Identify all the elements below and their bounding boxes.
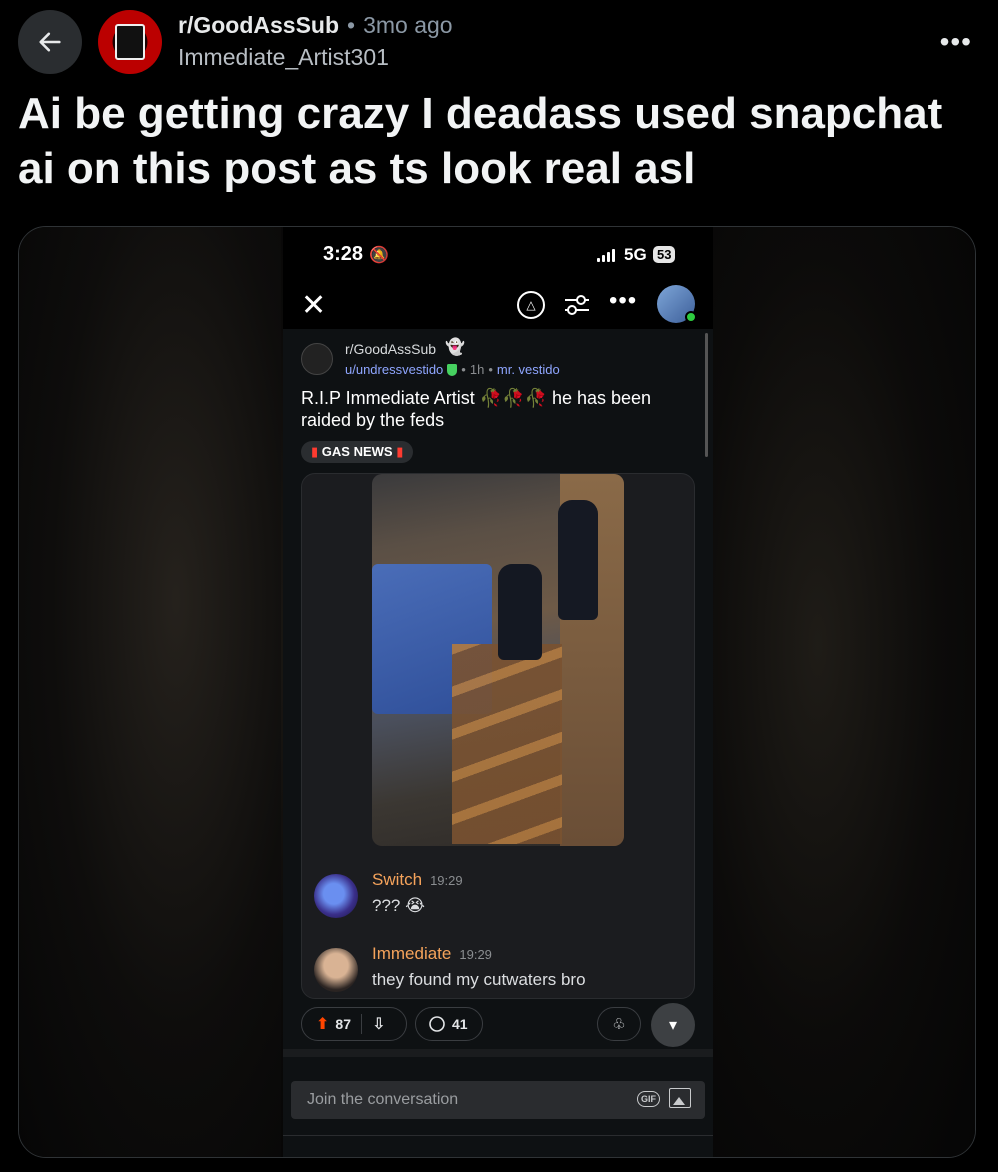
arrow-left-icon bbox=[39, 32, 61, 52]
inner-post-meta: u/undressvestido • 1h • mr. vestido bbox=[345, 362, 560, 377]
post-meta: r/GoodAssSub • 3mo ago bbox=[178, 12, 453, 39]
more-options-button[interactable]: ••• bbox=[940, 26, 972, 58]
post-author[interactable]: Immediate_Artist301 bbox=[178, 44, 389, 71]
more-horizontal-icon: ••• bbox=[939, 26, 972, 57]
chevron-down-icon: ▾ bbox=[668, 1017, 678, 1034]
network-type: 5G bbox=[624, 245, 647, 264]
post-media[interactable]: 3:28 🔕 5G 53 ✕ △ ••• r/GoodAssSub 👻 u/un… bbox=[18, 226, 976, 1158]
back-button[interactable] bbox=[18, 10, 82, 74]
inner-post-title: R.I.P Immediate Artist 🥀🥀🥀 he has been r… bbox=[301, 388, 652, 430]
photo-ladder bbox=[452, 644, 562, 844]
award-button[interactable]: ♧ bbox=[597, 1007, 641, 1041]
scroll-down-button[interactable]: ▾ bbox=[651, 1003, 695, 1047]
phone-screenshot: 3:28 🔕 5G 53 ✕ △ ••• r/GoodAssSub 👻 u/un… bbox=[283, 227, 713, 1157]
filter-icon[interactable] bbox=[563, 293, 591, 317]
ghost-icon: 👻 bbox=[445, 339, 465, 356]
vote-divider bbox=[360, 1014, 362, 1034]
comment-icon bbox=[429, 1016, 445, 1032]
mod-shield-icon[interactable]: △ bbox=[517, 291, 545, 319]
chat-time: 19:29 bbox=[430, 873, 463, 888]
post-flair[interactable]: ▮ GAS NEWS ▮ bbox=[301, 441, 414, 463]
media-blur-left bbox=[19, 227, 281, 1157]
downvote-icon[interactable]: ⇩ bbox=[372, 1014, 385, 1034]
post-actions: ⬆ 87 ⇩ 41 ♧ ▾ bbox=[283, 1001, 713, 1049]
subreddit-logo-icon bbox=[115, 24, 145, 60]
image-icon[interactable] bbox=[669, 1088, 691, 1108]
chat-avatar bbox=[314, 874, 358, 918]
chat-username: Immediate 19:29 bbox=[372, 944, 492, 963]
flair-emoji-icon: ▮ bbox=[396, 444, 404, 459]
subreddit-avatar[interactable] bbox=[98, 10, 162, 74]
inner-post-user[interactable]: u/undressvestido bbox=[345, 362, 443, 377]
award-icon: ♧ bbox=[612, 1016, 626, 1033]
shield-badge-icon bbox=[447, 363, 458, 376]
comment-count: 41 bbox=[452, 1016, 468, 1032]
online-status-icon bbox=[685, 311, 697, 323]
meta-separator: • bbox=[347, 12, 356, 38]
vote-count: 87 bbox=[335, 1016, 351, 1032]
divider bbox=[283, 1135, 713, 1136]
chat-text: they found my cutwaters bro bbox=[372, 970, 586, 989]
user-flair: mr. vestido bbox=[496, 362, 560, 377]
meta-dot: • bbox=[488, 362, 493, 377]
photo-officer bbox=[498, 564, 542, 660]
close-icon[interactable]: ✕ bbox=[301, 291, 326, 321]
battery-level: 53 bbox=[653, 246, 676, 263]
inner-subreddit[interactable]: r/GoodAssSub bbox=[345, 341, 436, 357]
post-title: Ai be getting crazy I deadass used snapc… bbox=[18, 89, 943, 193]
inner-subreddit-avatar[interactable] bbox=[301, 343, 333, 375]
chat-text: ??? 😭 bbox=[372, 896, 425, 915]
status-time: 3:28 bbox=[323, 243, 364, 265]
inner-post-age: 1h bbox=[469, 362, 485, 377]
signal-icon bbox=[597, 249, 615, 262]
post-age: 3mo ago bbox=[363, 12, 453, 38]
media-blur-right bbox=[713, 227, 975, 1157]
photo-officer bbox=[558, 500, 598, 620]
gif-icon[interactable]: GIF bbox=[637, 1091, 660, 1107]
upvote-icon[interactable]: ⬆ bbox=[316, 1014, 329, 1034]
comments-button[interactable]: 41 bbox=[415, 1007, 483, 1041]
overflow-icon[interactable]: ••• bbox=[609, 287, 637, 315]
post-flair-label: GAS NEWS bbox=[321, 444, 393, 459]
inner-post: r/GoodAssSub 👻 u/undressvestido • 1h • m… bbox=[283, 329, 713, 1049]
dorm-photo bbox=[372, 474, 624, 846]
scrollbar[interactable] bbox=[705, 333, 708, 457]
subreddit-link[interactable]: r/GoodAssSub bbox=[178, 12, 339, 39]
chat-username: Switch 19:29 bbox=[372, 870, 463, 889]
flair-emoji-icon: ▮ bbox=[311, 444, 319, 459]
vote-control[interactable]: ⬆ 87 ⇩ bbox=[301, 1007, 407, 1041]
chat-avatar bbox=[314, 948, 358, 992]
chat-time: 19:29 bbox=[459, 947, 492, 962]
app-bar: ✕ △ ••• bbox=[283, 283, 713, 329]
status-bar: 3:28 🔕 5G 53 bbox=[283, 227, 713, 283]
bell-off-icon: 🔕 bbox=[369, 247, 389, 264]
meta-dot: • bbox=[461, 362, 466, 377]
comment-composer: Join the conversation GIF bbox=[283, 1049, 713, 1157]
image-card[interactable]: Switch 19:29 ??? 😭 Immediate 19:29 they fo… bbox=[301, 473, 695, 999]
